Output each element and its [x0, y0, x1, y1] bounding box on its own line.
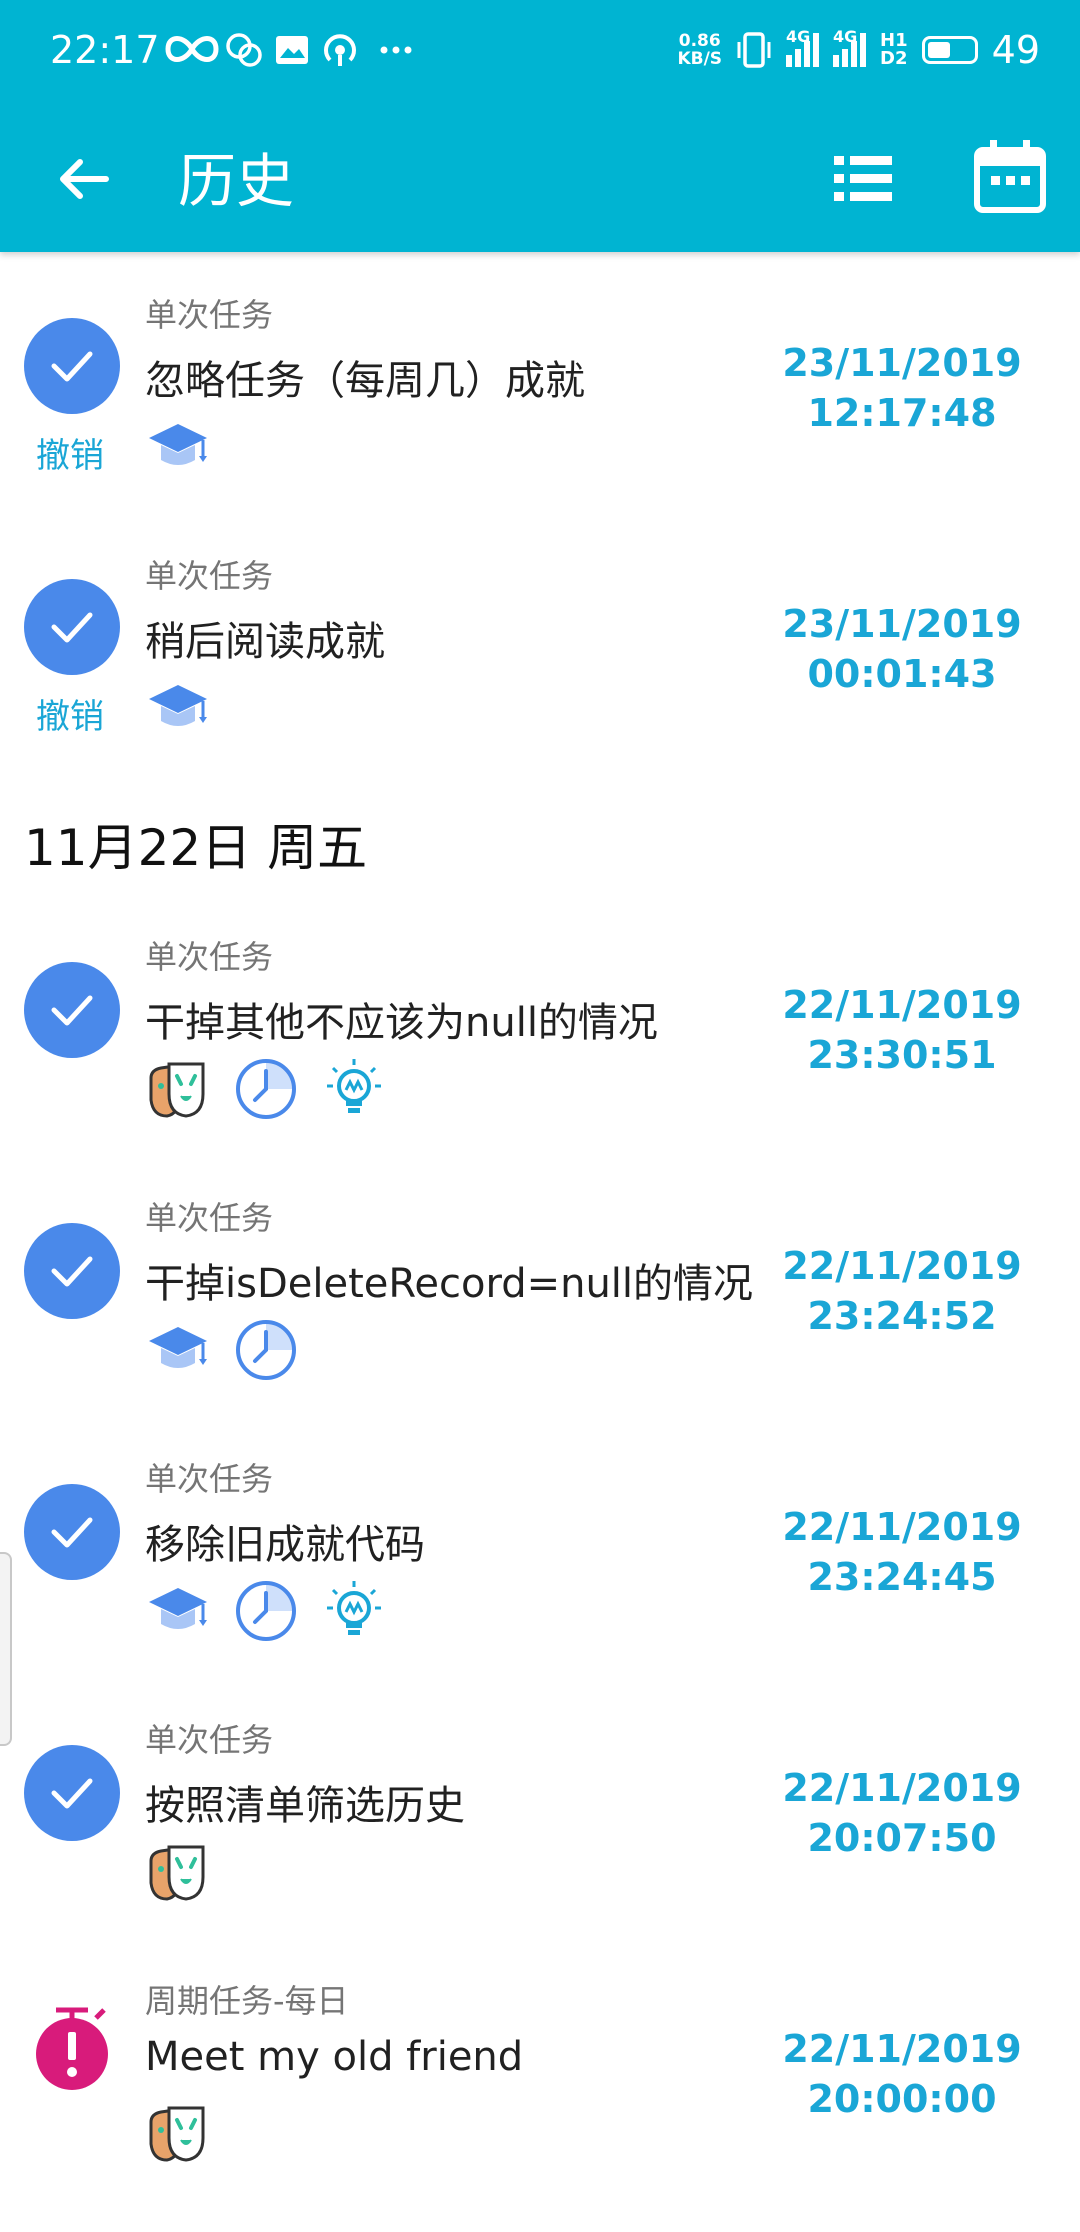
signal-1: 4G [786, 29, 820, 67]
more-dots-icon [380, 46, 412, 54]
task-type: 周期任务-每日 [145, 1982, 349, 2020]
completion-datetime: 22/11/2019 20:07:50 [772, 1763, 1032, 1863]
completion-time: 23:30:51 [807, 1033, 997, 1077]
task-name: 移除旧成就代码 [145, 1522, 425, 1568]
task-type: 单次任务 [145, 1460, 274, 1498]
completion-datetime: 22/11/2019 23:30:51 [772, 980, 1032, 1080]
graduation-cap-icon [145, 414, 211, 480]
hd2-label: D2 [880, 48, 908, 69]
hd-indicator: H1 D2 [880, 32, 908, 68]
gallery-icon [276, 36, 308, 64]
app-bar: 历史 [0, 108, 1080, 252]
task-type: 单次任务 [145, 557, 274, 595]
check-icon [24, 1223, 120, 1319]
task-name: 干掉其他不应该为null的情况 [145, 1000, 658, 1046]
completion-time: 23:24:45 [807, 1555, 997, 1599]
completion-date: 23/11/2019 [782, 602, 1022, 646]
check-icon [24, 962, 120, 1058]
net-speed-unit: KB/S [677, 49, 723, 69]
net-speed: 0.86 KB/S [677, 32, 722, 68]
alarm-alert-icon [36, 2007, 108, 2090]
clock-icon [233, 1317, 299, 1383]
completion-time: 12:17:48 [807, 391, 997, 435]
task-icons [145, 2100, 211, 2166]
list-icon[interactable] [828, 144, 898, 214]
undo-button[interactable]: 撤销 [36, 689, 104, 738]
completion-date: 23/11/2019 [782, 341, 1022, 385]
chat-bubble-icon [226, 33, 262, 67]
undo-button[interactable]: 撤销 [36, 428, 104, 477]
check-icon [24, 318, 120, 414]
task-type: 单次任务 [145, 296, 274, 334]
completion-date: 22/11/2019 [782, 1505, 1022, 1549]
history-item[interactable]: 周期任务-每日 Meet my old friend 22/11/2019 20… [0, 1966, 1080, 2228]
net-speed-value: 0.86 [678, 31, 721, 51]
page-title: 历史 [178, 147, 295, 215]
completion-date: 22/11/2019 [782, 2027, 1022, 2071]
history-item[interactable]: 单次任务 按照清单筛选历史 22/11/2019 20:07:50 [0, 1705, 1080, 1967]
vibrate-icon [737, 32, 771, 68]
task-name: Meet my old friend [145, 2034, 524, 2080]
completion-time: 20:07:50 [807, 1816, 997, 1860]
task-icons [145, 1317, 299, 1383]
hotspot-icon [324, 34, 356, 66]
task-name: 按照清单筛选历史 [145, 1783, 465, 1829]
completion-time: 23:24:52 [807, 1294, 997, 1338]
signal-2: 4G [833, 29, 867, 67]
history-item[interactable]: 单次任务 移除旧成就代码 22/11/2019 23:24:45 [0, 1444, 1080, 1706]
task-icons [145, 1578, 387, 1644]
history-item[interactable]: 撤销 单次任务 忽略任务（每周几）成就 23/11/2019 12:17:48 [0, 280, 1080, 542]
sim2-label: 4G [833, 27, 858, 46]
completion-time: 00:01:43 [807, 652, 997, 696]
history-item[interactable]: 单次任务 干掉isDeleteRecord=null的情况 22/11/2019… [0, 1183, 1080, 1445]
lightbulb-icon [321, 1578, 387, 1644]
completion-time: 20:00:00 [807, 2077, 997, 2121]
task-icons [145, 675, 211, 741]
clock-icon [233, 1056, 299, 1122]
task-type: 单次任务 [145, 938, 274, 976]
completion-datetime: 23/11/2019 12:17:48 [772, 338, 1032, 438]
battery-level: 49 [991, 28, 1040, 72]
task-name: 忽略任务（每周几）成就 [145, 358, 585, 404]
side-edge-handle[interactable] [0, 1552, 12, 1746]
history-item[interactable]: 单次任务 干掉其他不应该为null的情况 22/11/2019 23:30:51 [0, 922, 1080, 1184]
status-bar: 22:17 0.86 KB/S 4G 4G H1 D2 49 [0, 0, 1080, 108]
completion-datetime: 22/11/2019 23:24:45 [772, 1502, 1032, 1602]
back-arrow-icon[interactable] [50, 144, 120, 214]
lightbulb-icon [321, 1056, 387, 1122]
date-section-header: 11月22日 周五 [24, 819, 368, 877]
completion-datetime: 23/11/2019 00:01:43 [772, 599, 1032, 699]
task-type: 单次任务 [145, 1721, 274, 1759]
top-bar: 22:17 0.86 KB/S 4G 4G H1 D2 49 历史 [0, 0, 1080, 252]
graduation-cap-icon [145, 1578, 211, 1644]
graduation-cap-icon [145, 675, 211, 741]
clock-icon [233, 1578, 299, 1644]
check-icon [24, 1484, 120, 1580]
check-icon [24, 579, 120, 675]
sim1-label: 4G [786, 27, 811, 46]
task-icons [145, 1056, 387, 1122]
check-icon [24, 1745, 120, 1841]
calendar-icon[interactable] [972, 136, 1048, 216]
history-item[interactable]: 撤销 单次任务 稍后阅读成就 23/11/2019 00:01:43 [0, 541, 1080, 803]
masks-icon [145, 2100, 211, 2166]
task-icons [145, 414, 211, 480]
task-icons [145, 1839, 211, 1905]
completion-datetime: 22/11/2019 23:24:52 [772, 1241, 1032, 1341]
completion-date: 22/11/2019 [782, 983, 1022, 1027]
completion-date: 22/11/2019 [782, 1244, 1022, 1288]
completion-date: 22/11/2019 [782, 1766, 1022, 1810]
graduation-cap-icon [145, 1317, 211, 1383]
status-time: 22:17 [50, 28, 160, 72]
masks-icon [145, 1839, 211, 1905]
masks-icon [145, 1056, 211, 1122]
completion-datetime: 22/11/2019 20:00:00 [772, 2024, 1032, 2124]
task-type: 单次任务 [145, 1199, 274, 1237]
task-name: 干掉isDeleteRecord=null的情况 [145, 1261, 754, 1307]
battery-icon [921, 36, 978, 64]
status-right: 0.86 KB/S 4G 4G H1 D2 49 [677, 28, 1040, 72]
infinity-icon [165, 36, 219, 62]
task-name: 稍后阅读成就 [145, 619, 385, 665]
